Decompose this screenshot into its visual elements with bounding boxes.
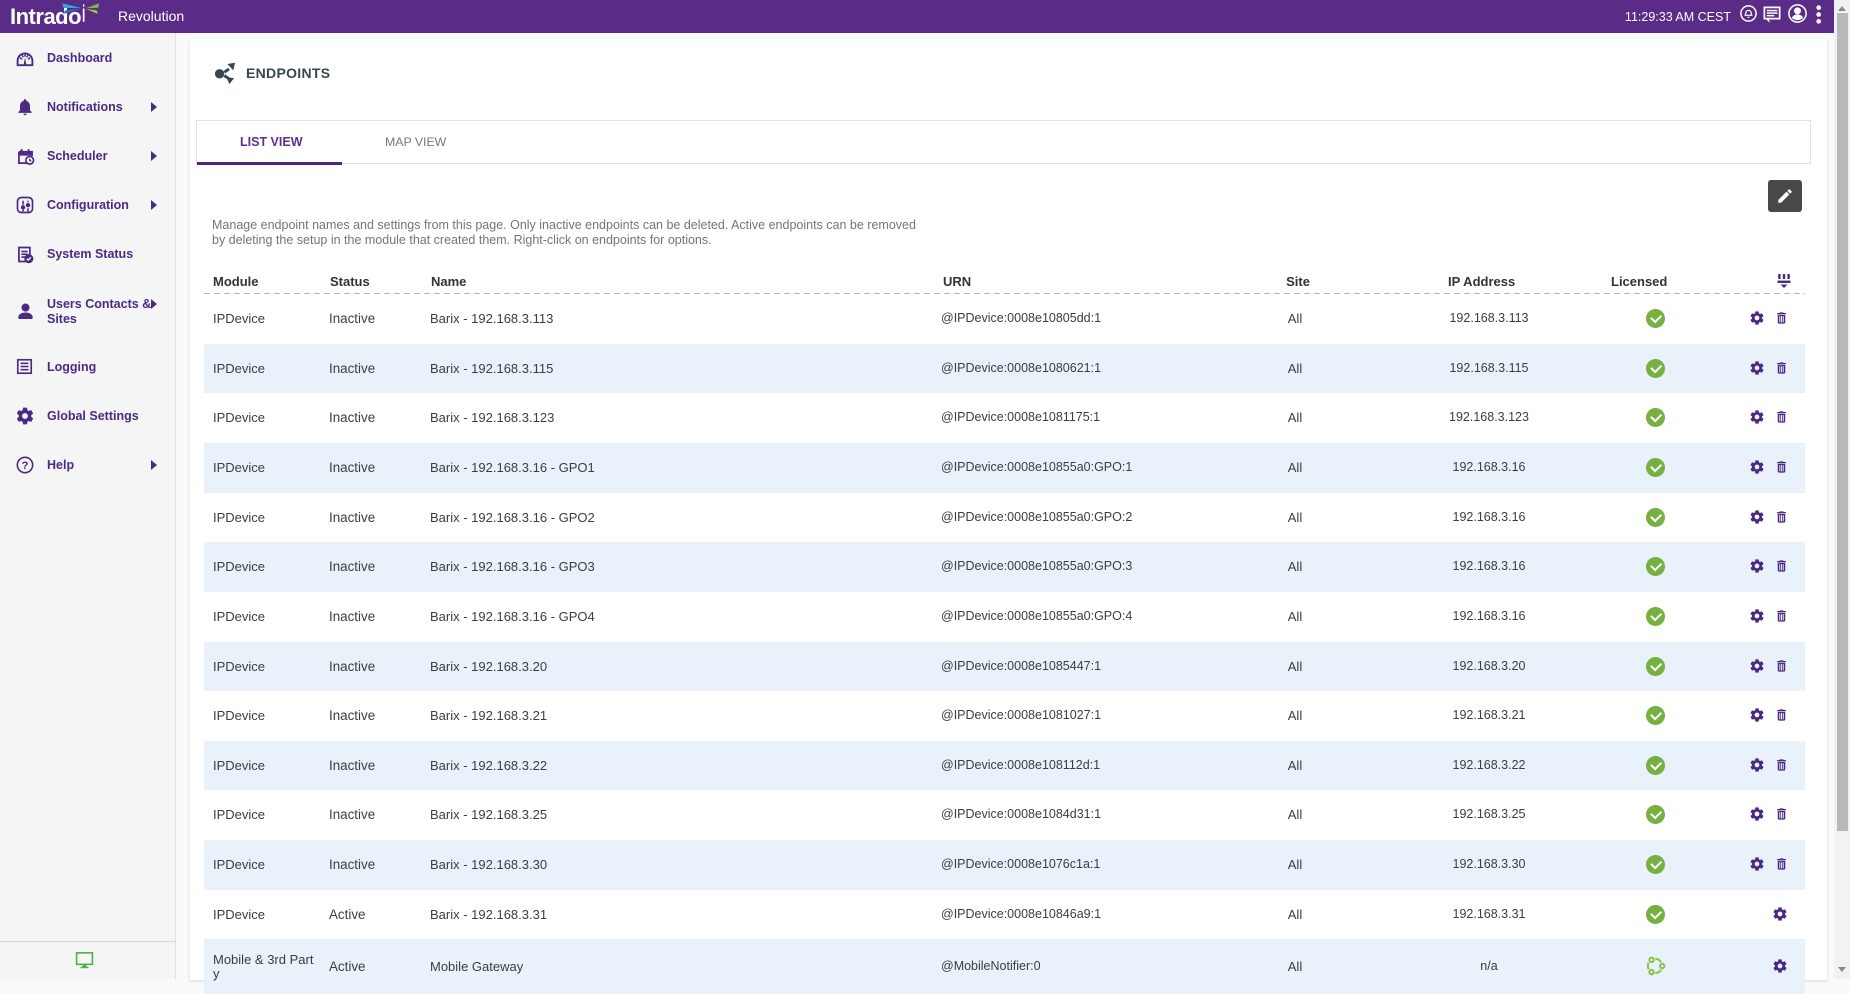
svg-text:?: ? [22, 460, 29, 472]
